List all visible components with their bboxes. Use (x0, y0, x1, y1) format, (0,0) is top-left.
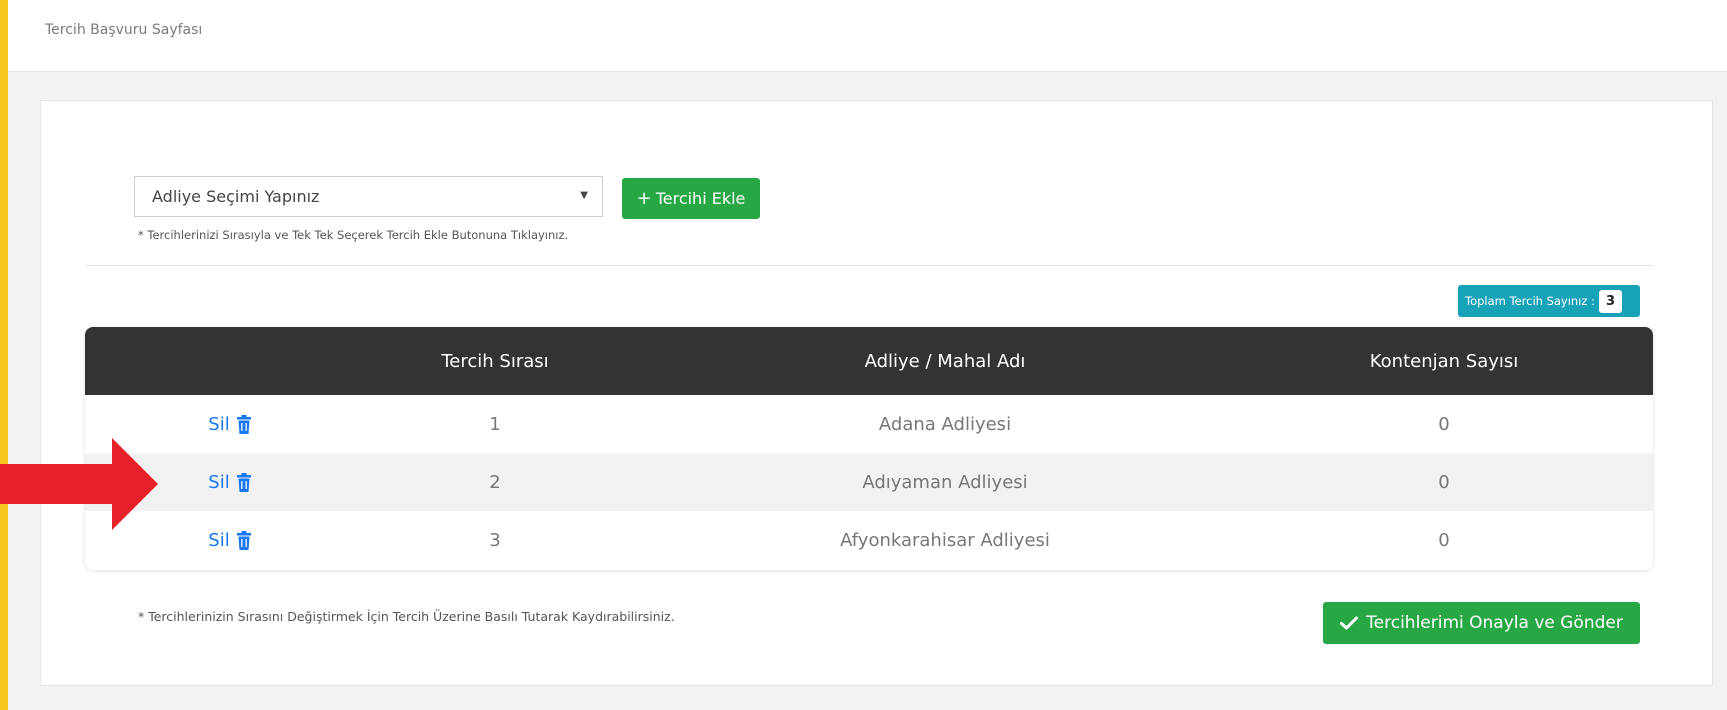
trash-icon (236, 530, 251, 550)
table-row[interactable]: Sil 2 Adıyaman Adliyesi 0 (85, 453, 1653, 511)
preference-table: Tercih Sırası Adliye / Mahal Adı Kontenj… (85, 327, 1653, 570)
add-preference-button[interactable]: + Tercihi Ekle (622, 178, 760, 219)
row-name: Afyonkarahisar Adliyesi (840, 529, 1050, 551)
delete-button[interactable]: Sil (208, 472, 251, 493)
top-bar: Tercih Başvuru Sayfası (8, 0, 1727, 72)
delete-label: Sil (208, 529, 230, 551)
red-arrow-icon (0, 438, 158, 530)
header-order: Tercih Sırası (441, 350, 549, 372)
table-header: Tercih Sırası Adliye / Mahal Adı Kontenj… (85, 327, 1653, 395)
caret-down-icon: ▼ (580, 190, 588, 201)
row-name: Adıyaman Adliyesi (862, 471, 1028, 493)
courthouse-select-value: Adliye Seçimi Yapınız (152, 187, 320, 206)
delete-label: Sil (208, 471, 230, 493)
total-preference-count: 3 (1599, 289, 1622, 313)
selection-hint: * Tercihlerinizi Sırasıyla ve Tek Tek Se… (138, 228, 569, 242)
header-quota: Kontenjan Sayısı (1369, 350, 1519, 372)
breadcrumb: Tercih Başvuru Sayfası (45, 22, 203, 38)
plus-icon: + (636, 188, 652, 209)
add-preference-label: Tercihi Ekle (655, 189, 746, 208)
confirm-submit-label: Tercihlerimi Onayla ve Gönder (1366, 613, 1623, 633)
confirm-submit-button[interactable]: Tercihlerimi Onayla ve Gönder (1323, 602, 1640, 644)
row-quota: 0 (1438, 413, 1450, 435)
courthouse-select[interactable]: Adliye Seçimi Yapınız ▼ (134, 176, 603, 217)
divider (85, 265, 1653, 266)
row-order: 2 (489, 471, 501, 493)
delete-button[interactable]: Sil (208, 414, 251, 435)
reorder-hint: * Tercihlerinizin Sırasını Değiştirmek İ… (138, 609, 675, 624)
delete-button[interactable]: Sil (208, 530, 251, 551)
preference-card: Adliye Seçimi Yapınız ▼ + Tercihi Ekle *… (40, 100, 1713, 686)
header-name: Adliye / Mahal Adı (864, 350, 1026, 372)
delete-label: Sil (208, 413, 230, 435)
total-preference-badge: Toplam Tercih Sayınız : 3 (1458, 285, 1640, 317)
row-order: 1 (489, 413, 501, 435)
table-row[interactable]: Sil 1 Adana Adliyesi 0 (85, 395, 1653, 453)
table-row[interactable]: Sil 3 Afyonkarahisar Adliyesi 0 (85, 511, 1653, 569)
row-quota: 0 (1438, 529, 1450, 551)
row-quota: 0 (1438, 471, 1450, 493)
trash-icon (236, 414, 251, 434)
row-order: 3 (489, 529, 501, 551)
total-preference-label: Toplam Tercih Sayınız : (1465, 294, 1595, 308)
trash-icon (236, 472, 251, 492)
row-name: Adana Adliyesi (878, 413, 1012, 435)
check-icon (1340, 616, 1359, 630)
left-accent-stripe (0, 0, 8, 710)
